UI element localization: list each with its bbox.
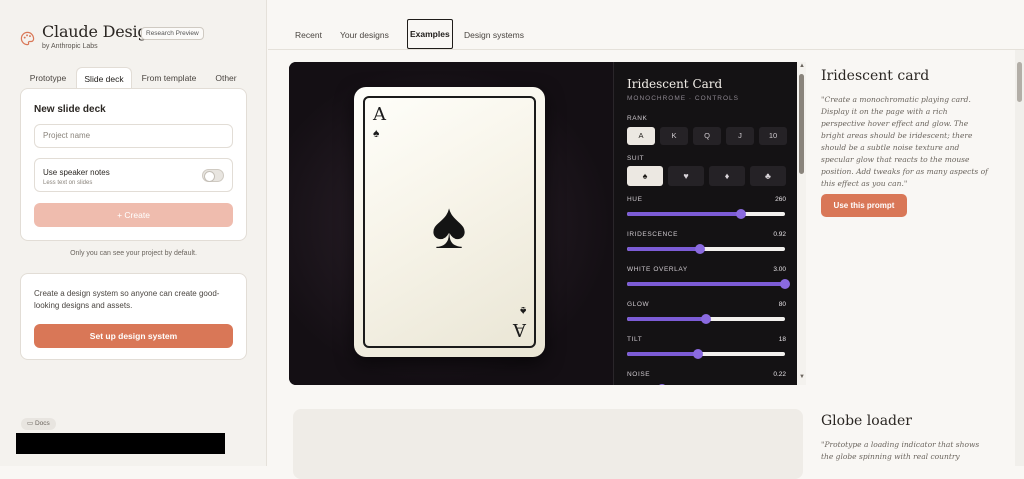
spade-center-icon: ♠ [431,188,467,262]
suit-diamond-button[interactable]: ♦ [709,166,745,186]
tab-recent[interactable]: Recent [295,30,322,40]
tab-prototype[interactable]: Prototype [21,67,75,89]
visibility-note: Only you can see your project by default… [70,250,197,257]
suit-heart-button[interactable]: ♥ [668,166,704,186]
slider-track[interactable] [627,349,785,359]
slider-knob[interactable] [693,349,704,359]
speaker-notes-sub: Less text on slides [43,180,93,186]
rank-k-button[interactable]: K [660,127,688,145]
slider-value: 80 [778,301,786,308]
spade-icon: ♠ [373,126,380,140]
preview-scroll-thumb[interactable] [799,74,804,174]
globe-loader-preview[interactable] [293,409,803,479]
byline: by Anthropic Labs [42,43,98,50]
tab-from-template[interactable]: From template [134,67,204,89]
slider-fill [627,282,785,286]
scroll-down-icon[interactable]: ▼ [799,374,805,380]
create-button[interactable]: + Create [34,203,233,227]
controls-subtitle: MONOCHROME · CONTROLS [627,95,739,102]
sidebar: Claude Design Research Preview by Anthro… [0,0,267,466]
slider-fill [627,212,741,216]
create-label: Create [124,210,150,220]
research-preview-badge: Research Preview [141,27,204,40]
design-system-text: Create a design system so anyone can cre… [34,289,220,310]
design-system-card: Create a design system so anyone can cre… [20,273,247,360]
tab-your-designs[interactable]: Your designs [340,30,389,40]
slider-track[interactable] [627,209,785,219]
new-deck-card: New slide deck Project name Use speaker … [20,88,247,241]
slider-knob[interactable] [694,244,705,254]
suit-spade-button[interactable]: ♠ [627,166,663,186]
slider-label: HUE [627,196,643,203]
slider-track[interactable] [627,314,785,324]
top-tabs: Recent Your designs Examples Design syst… [268,0,1024,50]
project-name-input[interactable]: Project name [34,124,233,148]
iridescent-card-preview[interactable]: A ♠ ♠ ♠ A Iridescent Card MONOCHROME · C… [289,62,806,385]
main-panel: Recent Your designs Examples Design syst… [268,0,1024,479]
example-title: Iridescent card [821,68,930,84]
slider-label: WHITE OVERLAY [627,266,688,273]
tab-examples[interactable]: Examples [407,19,453,49]
spade-icon: ♠ [519,304,526,318]
preview-scrollbar[interactable]: ▲ ▼ [797,62,806,385]
controls-panel: Iridescent Card MONOCHROME · CONTROLS RA… [613,62,797,385]
slider-knob[interactable] [735,209,746,219]
example-title-globe: Globe loader [821,413,912,429]
slider-value: 260 [775,196,786,203]
slider-label: GLOW [627,301,650,308]
docs-icon: ▭ [27,420,35,427]
example-description: "Create a monochromatic playing card. Di… [821,95,988,188]
slider-fill [627,317,706,321]
slider-fill [627,247,700,251]
slider-fill [627,352,699,356]
use-prompt-button[interactable]: Use this prompt [821,194,907,217]
new-deck-title: New slide deck [34,104,106,115]
docs-label: Docs [34,420,50,427]
suit-club-button[interactable]: ♣ [750,166,786,186]
controls-title: Iridescent Card [627,77,723,91]
tab-other[interactable]: Other [206,67,246,89]
palette-icon [20,31,35,46]
suit-label: SUIT [627,155,645,162]
slider-track[interactable] [627,279,790,289]
rank-j-button[interactable]: J [726,127,754,145]
rank-q-button[interactable]: Q [693,127,721,145]
slider-value: 0.22 [773,371,786,378]
playing-card[interactable]: A ♠ ♠ ♠ A [354,87,545,357]
slider-label: TILT [627,336,643,343]
speaker-notes-label: Use speaker notes [43,168,110,177]
card-rank-top: A [373,104,386,125]
slider-value: 0.92 [773,231,786,238]
slider-knob[interactable] [701,314,711,324]
slider-value: 18 [778,336,786,343]
slider-track[interactable] [627,244,785,254]
redacted-account [16,433,225,454]
speaker-notes-toggle[interactable] [202,169,224,182]
setup-design-system-button[interactable]: Set up design system [34,324,233,348]
slider-label: IRIDESCENCE [627,231,679,238]
slider-knob[interactable] [656,384,667,385]
scroll-up-icon[interactable]: ▲ [799,63,805,69]
slider-value: 3.00 [773,266,786,273]
rank-10-button[interactable]: 10 [759,127,787,145]
tab-slide-deck[interactable]: Slide deck [76,67,132,89]
card-rank-bottom: A [513,319,526,340]
example-description-globe: "Prototype a loading indicator that show… [821,440,980,461]
main-scrollbar[interactable] [1015,50,1024,466]
rank-a-button[interactable]: A [627,127,655,145]
speaker-notes-option: Use speaker notes Less text on slides [34,158,233,192]
slider-label: NOISE [627,371,651,378]
rank-label: RANK [627,115,648,122]
docs-link[interactable]: ▭ Docs [21,418,56,430]
tab-design-systems[interactable]: Design systems [464,30,524,40]
main-scroll-thumb[interactable] [1017,62,1022,102]
card-stage[interactable]: A ♠ ♠ ♠ A [289,62,613,385]
slider-knob[interactable] [780,279,790,289]
